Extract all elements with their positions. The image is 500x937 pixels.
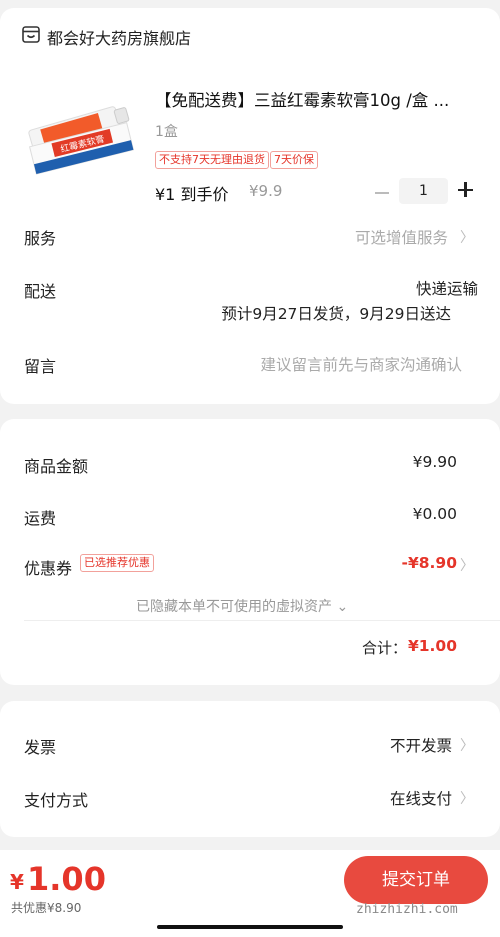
payment-method-label: 支付方式	[24, 791, 89, 810]
coupon-badge: 已选推荐优惠	[80, 554, 154, 572]
note-input[interactable]: 建议留言前先与商家沟通确认	[260, 353, 462, 375]
chevron-right-icon[interactable]: 〉	[460, 555, 474, 575]
order-item-card: 都会好大药房旗舰店 红霉素软膏 【免配送费】三益红霉素软膏10g /盒 ... …	[0, 8, 500, 404]
shipping-value: ¥0.00	[412, 505, 457, 523]
quantity-input[interactable]: 1	[399, 178, 448, 204]
increase-quantity-button[interactable]	[458, 182, 474, 198]
payment-card: 发票 不开发票 〉 支付方式 在线支付 〉	[0, 701, 500, 837]
goods-amount-label: 商品金额	[24, 457, 89, 476]
price-summary-card: 商品金额 ¥9.90 运费 ¥0.00 优惠券 已选推荐优惠 -¥8.90 〉 …	[0, 419, 500, 685]
shipping-label: 运费	[24, 509, 57, 528]
product-image[interactable]: 红霉素软膏	[22, 82, 142, 178]
home-indicator[interactable]	[157, 925, 343, 929]
store-icon	[22, 26, 40, 43]
chevron-right-icon[interactable]: 〉	[460, 735, 474, 755]
coupon-label: 优惠券	[24, 559, 73, 578]
store-name[interactable]: 都会好大药房旗舰店	[47, 25, 191, 49]
total-label: 合计：	[361, 639, 407, 657]
service-label: 服务	[24, 229, 57, 248]
delivery-eta: 预计9月27日发货，9月29日送达	[221, 305, 451, 323]
watermark-text: zhizhizhi.com	[356, 902, 458, 917]
delivery-method: 快递运输	[415, 280, 478, 298]
chevron-right-icon[interactable]: 〉	[460, 788, 474, 808]
payment-method-value[interactable]: 在线支付	[390, 787, 452, 809]
currency-symbol: ¥	[10, 870, 24, 894]
invoice-label: 发票	[24, 738, 57, 757]
coupon-value[interactable]: -¥8.90	[402, 554, 457, 572]
chevron-right-icon[interactable]: 〉	[460, 227, 474, 247]
final-price: ¥1 到手价	[155, 185, 229, 204]
price-protect-tag: 7天价保	[270, 151, 318, 169]
decrease-quantity-button[interactable]	[375, 192, 389, 194]
checkout-bar: ¥ 1.00 共优惠¥8.90 提交订单 zhizhizhi.com	[0, 850, 500, 937]
goods-amount-value: ¥9.90	[412, 453, 457, 471]
total-saved: 共优惠¥8.90	[11, 901, 82, 915]
delivery-label: 配送	[24, 282, 57, 301]
product-title[interactable]: 【免配送费】三益红霉素软膏10g /盒 ...	[155, 87, 485, 111]
no-return-tag: 不支持7天无理由退货	[155, 151, 269, 169]
divider	[24, 620, 500, 621]
hidden-assets-toggle[interactable]: 已隐藏本单不可使用的虚拟资产 ⌄	[136, 596, 348, 616]
total-value: ¥1.00	[407, 637, 457, 655]
product-spec: 1盒	[155, 124, 178, 140]
checkout-total: 1.00	[27, 860, 106, 898]
note-label: 留言	[24, 357, 57, 376]
original-price: ¥9.9	[249, 182, 283, 200]
invoice-value[interactable]: 不开发票	[390, 734, 452, 756]
submit-order-button[interactable]: 提交订单	[344, 856, 488, 904]
chevron-down-icon: ⌄	[332, 599, 349, 615]
service-value[interactable]: 可选增值服务	[355, 226, 448, 248]
